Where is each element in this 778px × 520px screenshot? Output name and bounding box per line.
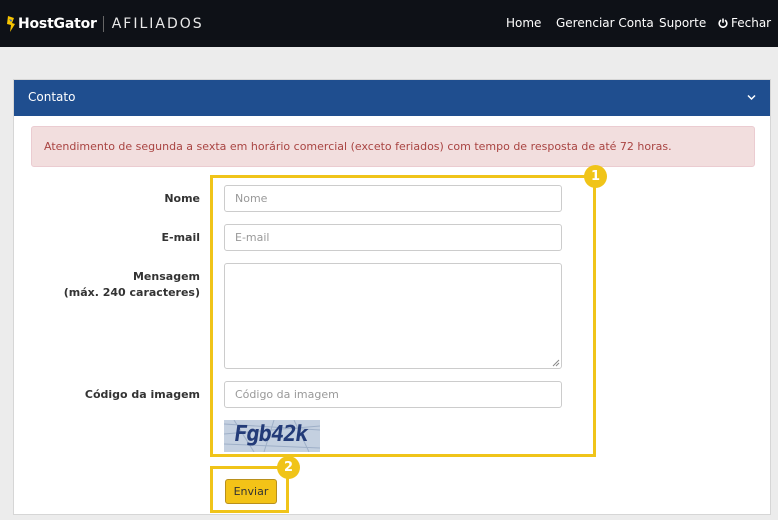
chevron-down-icon[interactable] xyxy=(747,94,756,101)
panel-title: Contato xyxy=(28,90,76,104)
message-label: Mensagem (máx. 240 caracteres) xyxy=(20,269,200,301)
nav-logout-link[interactable]: Fechar xyxy=(718,16,771,30)
form-fields-highlight xyxy=(210,175,596,457)
panel-header[interactable]: Contato xyxy=(14,80,770,116)
power-icon xyxy=(718,18,728,28)
main-nav: Home Gerenciar Conta Suporte Fechar xyxy=(0,0,778,47)
nav-home-link[interactable]: Home xyxy=(506,16,541,30)
business-hours-alert: Atendimento de segunda a sexta em horári… xyxy=(31,126,755,167)
email-label: E-mail xyxy=(161,231,200,244)
submit-highlight xyxy=(210,466,289,513)
nav-account-link[interactable]: Gerenciar Conta xyxy=(556,16,654,30)
name-label: Nome xyxy=(164,192,200,205)
step-badge-1: 1 xyxy=(584,165,607,188)
nav-support-link[interactable]: Suporte xyxy=(659,16,706,30)
top-navbar: HostGator AFILIADOS Home Gerenciar Conta… xyxy=(0,0,778,47)
captcha-label: Código da imagem xyxy=(84,388,200,401)
nav-logout-label: Fechar xyxy=(731,16,772,30)
step-badge-2: 2 xyxy=(277,456,300,479)
message-label-limit: (máx. 240 caracteres) xyxy=(63,286,200,299)
message-label-title: Mensagem xyxy=(132,270,200,283)
